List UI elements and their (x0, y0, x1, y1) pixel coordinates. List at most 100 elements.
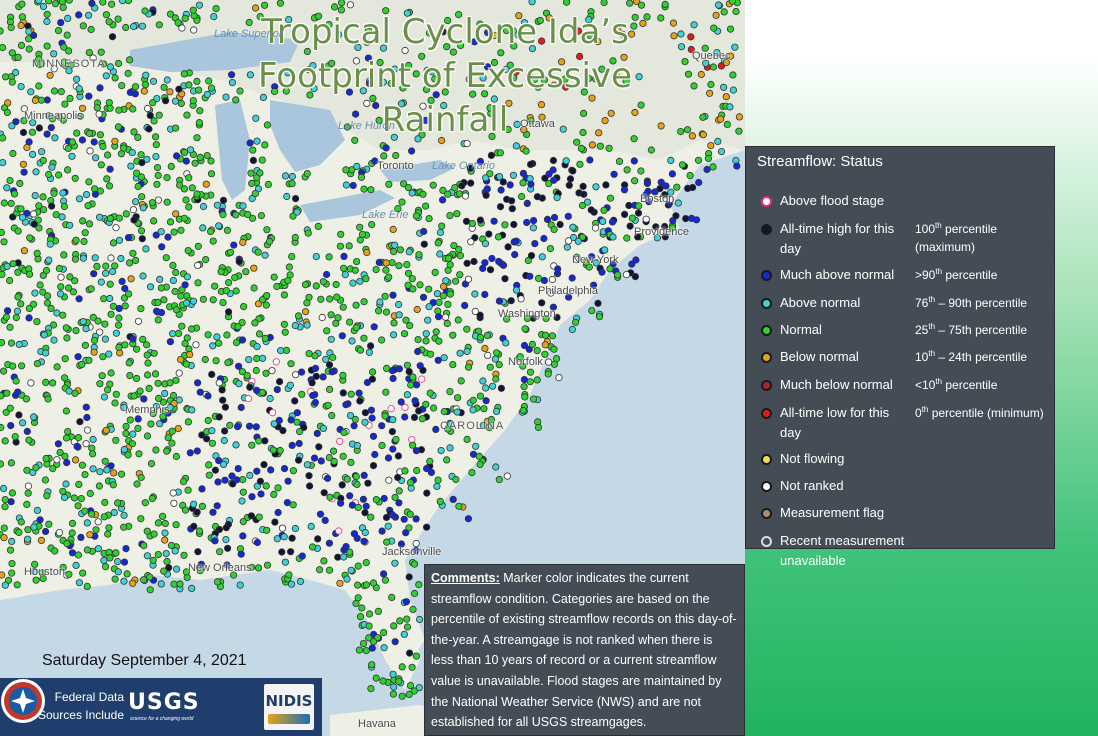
streamgage-marker[interactable] (598, 268, 606, 276)
streamgage-marker[interactable] (18, 419, 27, 427)
streamgage-marker[interactable] (133, 480, 141, 488)
streamgage-marker[interactable] (111, 399, 119, 407)
streamgage-marker[interactable] (35, 82, 43, 90)
streamgage-marker[interactable] (303, 299, 311, 307)
streamgage-marker[interactable] (142, 71, 150, 79)
streamgage-marker[interactable] (523, 218, 531, 227)
streamgage-marker[interactable] (385, 273, 393, 281)
streamgage-marker[interactable] (323, 327, 331, 335)
streamgage-marker[interactable] (181, 281, 189, 289)
streamgage-marker[interactable] (406, 510, 414, 518)
streamgage-marker[interactable] (398, 663, 406, 671)
streamgage-marker[interactable] (402, 316, 410, 324)
streamgage-marker[interactable] (102, 262, 110, 270)
streamgage-marker[interactable] (73, 129, 81, 137)
streamgage-marker[interactable] (254, 564, 263, 572)
streamgage-marker[interactable] (43, 96, 51, 104)
streamgage-marker[interactable] (244, 394, 252, 403)
streamgage-marker[interactable] (82, 403, 90, 411)
streamgage-marker[interactable] (544, 370, 552, 378)
streamgage-marker[interactable] (455, 190, 464, 198)
streamgage-marker[interactable] (137, 304, 145, 313)
streamgage-marker[interactable] (289, 467, 297, 475)
streamgage-marker[interactable] (25, 314, 33, 322)
streamgage-marker[interactable] (153, 164, 162, 172)
streamgage-marker[interactable] (139, 204, 147, 212)
streamgage-marker[interactable] (152, 446, 160, 454)
streamgage-marker[interactable] (125, 359, 133, 367)
streamgage-marker[interactable] (23, 143, 31, 152)
streamgage-marker[interactable] (403, 260, 411, 269)
streamgage-marker[interactable] (735, 127, 743, 135)
streamgage-marker[interactable] (149, 556, 157, 564)
streamgage-marker[interactable] (37, 148, 46, 156)
streamgage-marker[interactable] (81, 341, 90, 349)
streamgage-marker[interactable] (340, 428, 348, 437)
streamgage-marker[interactable] (215, 339, 223, 347)
streamgage-marker[interactable] (142, 245, 150, 253)
streamgage-marker[interactable] (252, 366, 260, 375)
streamgage-marker[interactable] (622, 270, 631, 279)
streamgage-marker[interactable] (92, 526, 100, 534)
streamgage-marker[interactable] (35, 124, 44, 132)
streamgage-marker[interactable] (60, 374, 69, 382)
streamgage-marker[interactable] (402, 529, 410, 537)
streamgage-marker[interactable] (467, 179, 475, 187)
streamgage-marker[interactable] (695, 178, 703, 187)
streamgage-marker[interactable] (112, 224, 120, 232)
streamgage-marker[interactable] (9, 260, 17, 268)
streamgage-marker[interactable] (390, 319, 398, 327)
streamgage-marker[interactable] (134, 424, 142, 432)
streamgage-marker[interactable] (214, 478, 222, 486)
streamgage-marker[interactable] (434, 313, 443, 321)
streamgage-marker[interactable] (526, 272, 534, 280)
streamgage-marker[interactable] (385, 476, 393, 484)
streamgage-marker[interactable] (276, 0, 284, 7)
streamgage-marker[interactable] (437, 446, 445, 455)
streamgage-marker[interactable] (36, 516, 44, 524)
streamgage-marker[interactable] (169, 276, 177, 285)
streamgage-marker[interactable] (88, 510, 96, 518)
streamgage-marker[interactable] (355, 646, 363, 654)
streamgage-marker[interactable] (523, 199, 531, 207)
streamgage-marker[interactable] (243, 371, 251, 380)
streamgage-marker[interactable] (253, 467, 261, 475)
streamgage-marker[interactable] (234, 464, 242, 473)
streamgage-marker[interactable] (311, 364, 320, 372)
streamgage-marker[interactable] (254, 248, 262, 256)
streamgage-marker[interactable] (469, 396, 477, 404)
streamgage-marker[interactable] (519, 179, 527, 187)
streamgage-marker[interactable] (361, 418, 369, 426)
streamgage-marker[interactable] (391, 493, 399, 501)
streamgage-marker[interactable] (281, 558, 289, 566)
streamgage-marker[interactable] (388, 427, 396, 436)
streamgage-marker[interactable] (79, 22, 87, 30)
streamgage-marker[interactable] (351, 266, 359, 274)
streamgage-marker[interactable] (668, 170, 677, 178)
streamgage-marker[interactable] (592, 183, 600, 191)
streamgage-marker[interactable] (62, 407, 71, 415)
streamgage-marker[interactable] (130, 216, 138, 224)
streamgage-marker[interactable] (336, 499, 345, 507)
streamgage-marker[interactable] (225, 308, 233, 316)
streamgage-marker[interactable] (127, 162, 135, 170)
streamgage-marker[interactable] (564, 212, 572, 220)
streamgage-marker[interactable] (392, 151, 400, 160)
streamgage-marker[interactable] (75, 195, 84, 203)
streamgage-marker[interactable] (102, 269, 110, 277)
streamgage-marker[interactable] (411, 397, 419, 405)
streamgage-marker[interactable] (327, 335, 335, 343)
streamgage-marker[interactable] (458, 182, 466, 190)
streamgage-marker[interactable] (27, 379, 35, 387)
streamgage-marker[interactable] (237, 403, 245, 412)
streamgage-marker[interactable] (380, 494, 388, 503)
streamgage-marker[interactable] (184, 418, 192, 426)
streamgage-marker[interactable] (568, 274, 576, 282)
streamgage-marker[interactable] (97, 161, 105, 169)
streamgage-marker[interactable] (84, 202, 92, 210)
streamgage-marker[interactable] (383, 538, 391, 546)
streamgage-marker[interactable] (23, 427, 31, 435)
streamgage-marker[interactable] (533, 193, 542, 201)
streamgage-marker[interactable] (388, 259, 396, 267)
streamgage-marker[interactable] (401, 413, 409, 421)
